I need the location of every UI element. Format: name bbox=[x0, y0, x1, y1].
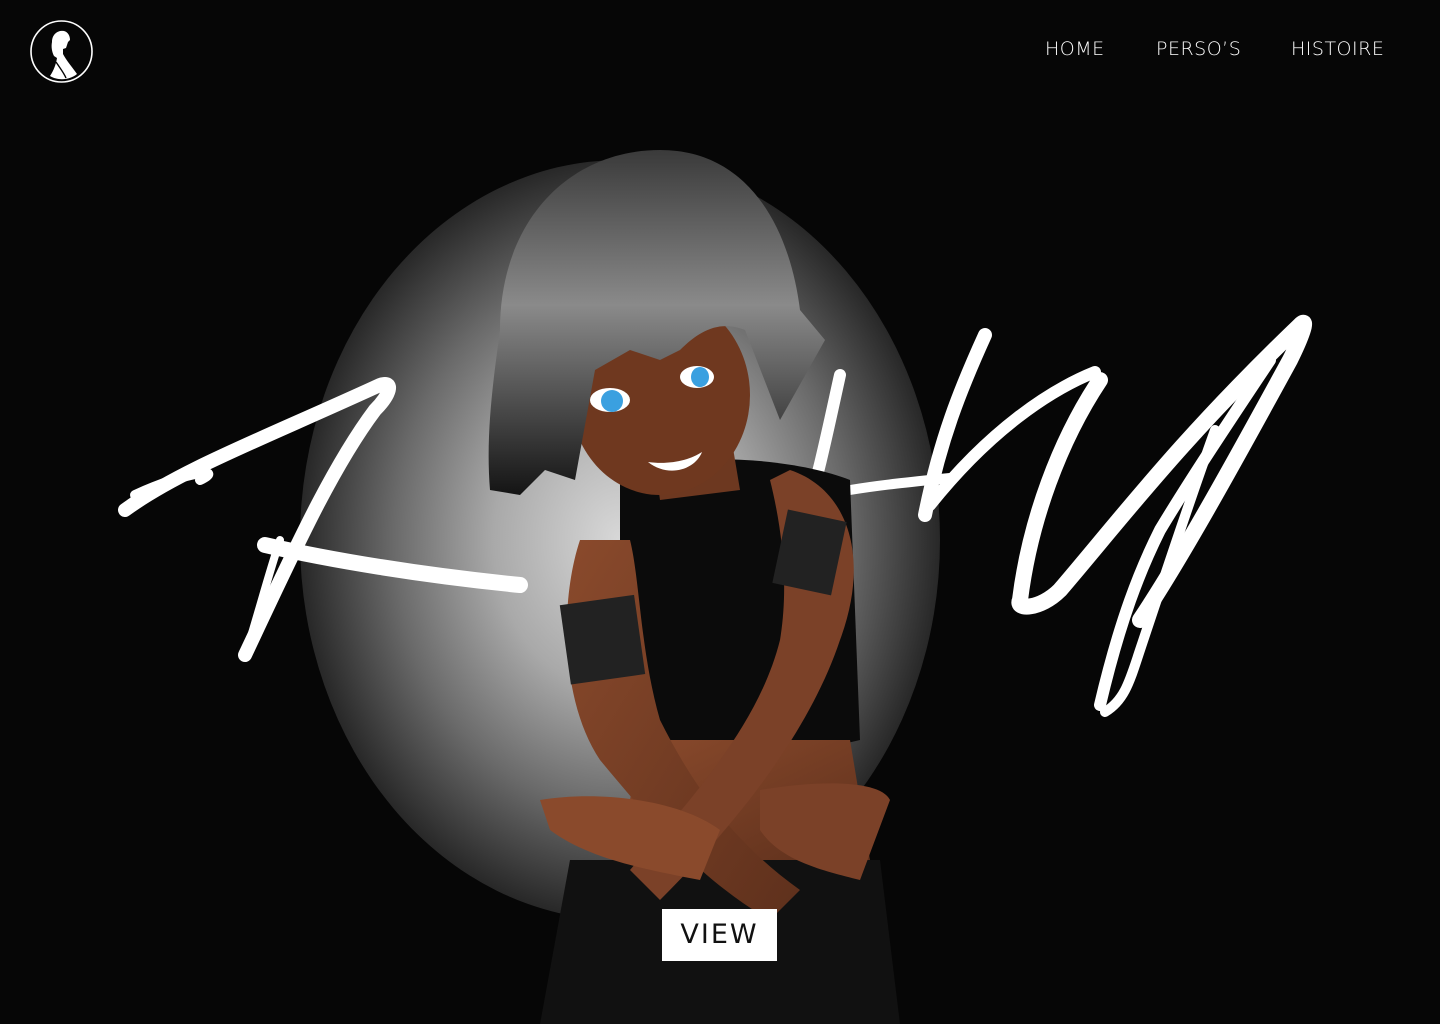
main-nav: HOME PERSO’S HISTOIRE bbox=[0, 38, 1440, 64]
view-button[interactable]: VIEW bbox=[662, 909, 777, 961]
character-illustration bbox=[488, 150, 900, 1024]
nav-item-histoire[interactable]: HISTOIRE bbox=[1291, 38, 1384, 60]
hero-page: HOME PERSO’S HISTOIRE VIEW bbox=[0, 0, 1440, 1024]
nav-item-persos[interactable]: PERSO’S bbox=[1156, 38, 1241, 60]
nav-item-home[interactable]: HOME bbox=[1045, 38, 1105, 60]
